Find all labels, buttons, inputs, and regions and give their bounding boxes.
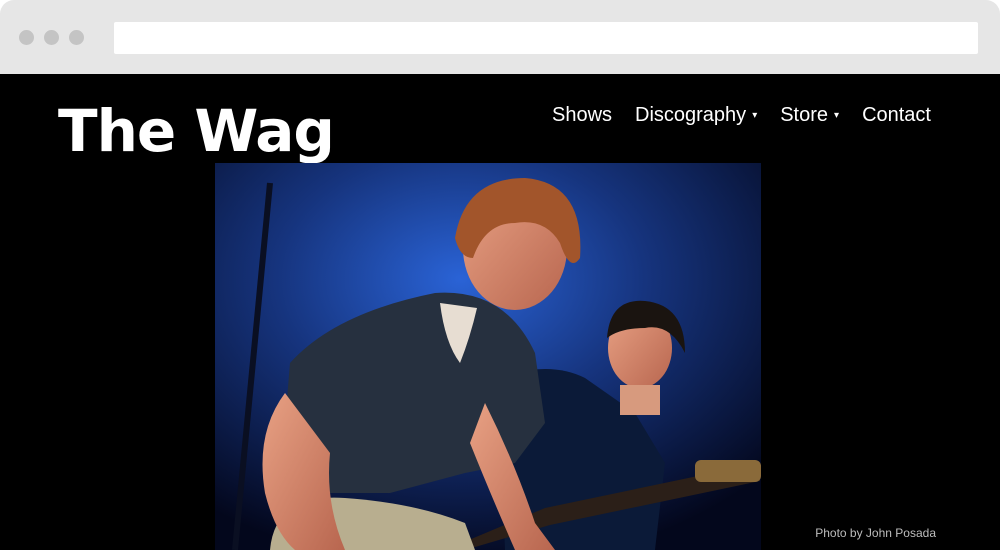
address-bar[interactable] (114, 22, 978, 54)
hero-photo (215, 163, 761, 550)
photo-credit: Photo by John Posada (815, 526, 936, 540)
nav-shows-label: Shows (551, 104, 613, 126)
nav-store-label: Store (780, 104, 829, 126)
nav-contact-label: Contact (862, 104, 931, 126)
nav-shows[interactable]: Shows (552, 104, 612, 127)
nav-discography-label: Discography (635, 104, 747, 126)
browser-chrome (0, 0, 1000, 74)
minimize-dot-icon[interactable] (44, 30, 59, 45)
nav-contact[interactable]: Contact (862, 104, 931, 127)
nav-discography[interactable]: Discography ▾ (635, 104, 757, 127)
page-viewport: The Wag Shows Discography ▾ Store ▾ Cont… (0, 74, 1000, 550)
maximize-dot-icon[interactable] (69, 30, 84, 45)
close-dot-icon[interactable] (19, 30, 34, 45)
window-controls (19, 30, 84, 45)
caret-down-icon: ▾ (834, 109, 840, 121)
site-logo[interactable]: The Wag (58, 96, 335, 166)
caret-down-icon: ▾ (752, 109, 758, 121)
nav-store[interactable]: Store ▾ (780, 104, 839, 127)
main-nav: Shows Discography ▾ Store ▾ Contact (552, 104, 931, 127)
